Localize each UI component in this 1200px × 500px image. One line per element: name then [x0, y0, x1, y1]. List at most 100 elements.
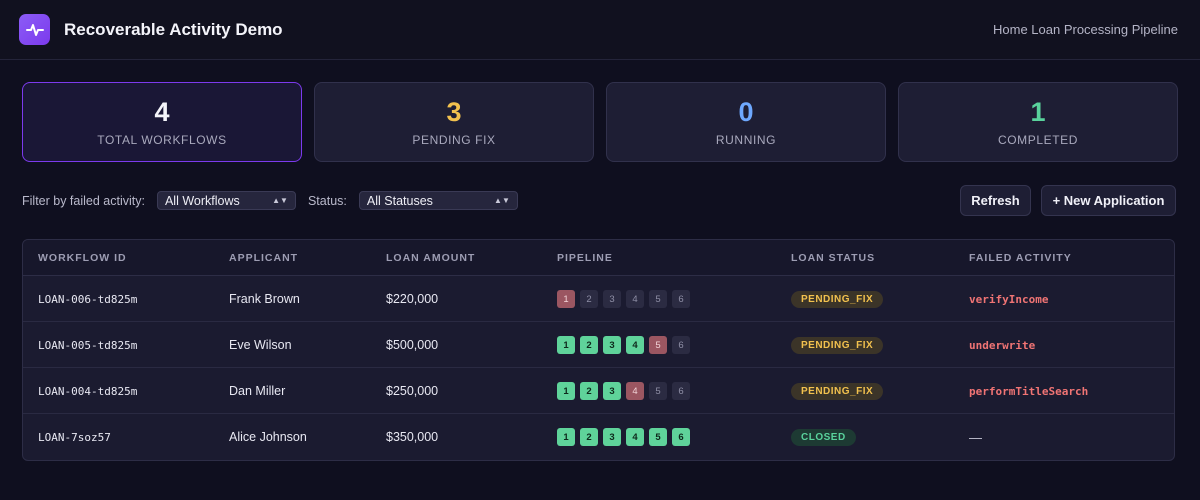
top-bar: Recoverable Activity Demo Home Loan Proc… — [0, 0, 1200, 60]
failed-activity: verifyIncome — [969, 276, 1048, 322]
table-header: WORKFLOW ID APPLICANT LOAN AMOUNT PIPELI… — [23, 240, 1174, 276]
stat-value: 1 — [1030, 97, 1046, 127]
status-badge: PENDING_FIX — [791, 382, 884, 400]
loan-amount: $220,000 — [386, 292, 439, 306]
column-header-loan-amount: LOAN AMOUNT — [386, 252, 476, 264]
pipeline-steps: 123456 — [557, 336, 690, 354]
failed-activity-filter-label: Filter by failed activity: — [22, 193, 145, 208]
status-select-value: All Statuses — [366, 193, 433, 208]
loan-status: PENDING_FIX — [791, 276, 884, 322]
pipeline-step-done: 4 — [626, 428, 644, 446]
stat-card-completed[interactable]: 1 COMPLETED — [898, 82, 1178, 162]
pipeline-step-todo: 6 — [672, 336, 690, 354]
column-header-pipeline: PIPELINE — [557, 252, 613, 264]
stat-label: PENDING FIX — [412, 133, 496, 147]
pipeline: 123456 — [557, 414, 690, 460]
pipeline-step-done: 3 — [603, 428, 621, 446]
workflow-id[interactable]: LOAN-005-td825m — [38, 322, 137, 368]
stat-label: COMPLETED — [997, 133, 1079, 147]
status-select[interactable]: All Statuses ▲▼ — [358, 191, 518, 210]
table-row[interactable]: LOAN-005-td825m Eve Wilson $500,000 1 2 3 4 5 6 P… — [23, 322, 1174, 368]
loan-amount: $500,000 — [386, 338, 439, 352]
pipeline-step-done: 4 — [626, 336, 644, 354]
failed-activity-name: underwrite — [969, 338, 1036, 352]
stat-value: 4 — [154, 97, 170, 127]
applicant-name: Eve Wilson — [229, 338, 292, 352]
stats-row: 4 TOTAL WORKFLOWS 3 PENDING FIX 0 RUNNIN… — [22, 82, 1178, 162]
loan-status: CLOSED — [791, 414, 856, 460]
table-row[interactable]: LOAN-004-td825m Dan Miller $250,000 1 2 3 4 5 6 P… — [23, 368, 1174, 414]
table-row[interactable]: LOAN-006-td825m Frank Brown $220,000 1 2 3 4 5 6… — [23, 276, 1174, 322]
pipeline-step-fail: 5 — [649, 336, 667, 354]
failed-activity: — — [969, 414, 982, 460]
table-row[interactable]: LOAN-7soz57 Alice Johnson $350,000 1 2 3 4 5 6 CL… — [23, 414, 1174, 460]
pipeline-step-done: 1 — [557, 336, 575, 354]
failed-activity: underwrite — [969, 322, 1035, 368]
chevron-updown-icon: ▲▼ — [272, 196, 288, 205]
pipeline-step-done: 5 — [649, 428, 667, 446]
new-application-button[interactable]: + New Application — [1041, 185, 1176, 216]
pipeline: 123456 — [557, 368, 690, 414]
loan-status: PENDING_FIX — [791, 322, 884, 368]
pipeline-step-todo: 6 — [672, 382, 690, 400]
pipeline: 123456 — [557, 276, 690, 322]
failed-activity-name: verifyIncome — [969, 292, 1049, 306]
stat-label: TOTAL WORKFLOWS — [97, 133, 227, 147]
workflow-id[interactable]: LOAN-7soz57 — [38, 414, 111, 460]
applicant-name: Dan Miller — [229, 384, 286, 398]
pipeline-step-done: 1 — [557, 428, 575, 446]
pipeline-steps: 123456 — [557, 382, 690, 400]
workflow-id[interactable]: LOAN-006-td825m — [38, 276, 137, 322]
pipeline-step-todo: 6 — [672, 290, 690, 308]
stat-card-total-workflows[interactable]: 4 TOTAL WORKFLOWS — [22, 82, 302, 162]
pipeline-steps: 123456 — [557, 428, 690, 446]
pipeline-step-done: 6 — [672, 428, 690, 446]
column-header-workflow-id: WORKFLOW ID — [38, 252, 127, 264]
status-badge: PENDING_FIX — [791, 336, 884, 354]
workflow-id[interactable]: LOAN-004-td825m — [38, 368, 137, 414]
pipeline-step-todo: 3 — [603, 290, 621, 308]
status-badge: CLOSED — [791, 428, 856, 446]
pipeline-step-done: 3 — [603, 336, 621, 354]
pipeline-step-fail: 1 — [557, 290, 575, 308]
app-title: Recoverable Activity Demo — [64, 19, 283, 39]
column-header-loan-status: LOAN STATUS — [791, 252, 876, 264]
workflows-table: WORKFLOW ID APPLICANT LOAN AMOUNT PIPELI… — [22, 239, 1175, 461]
stat-card-pending-fix[interactable]: 3 PENDING FIX — [314, 82, 594, 162]
pipeline-step-todo: 4 — [626, 290, 644, 308]
pipeline: 123456 — [557, 322, 690, 368]
table-body: LOAN-006-td825m Frank Brown $220,000 1 2 3 4 5 6… — [23, 276, 1174, 460]
pipeline-steps: 123456 — [557, 290, 690, 308]
failed-activity-name: — — [969, 429, 982, 445]
pipeline-step-done: 2 — [580, 382, 598, 400]
stat-value: 0 — [738, 97, 754, 127]
app-subtitle: Home Loan Processing Pipeline — [993, 22, 1178, 37]
pipeline-step-done: 2 — [580, 336, 598, 354]
loan-status: PENDING_FIX — [791, 368, 884, 414]
failed-activity: performTitleSearch — [969, 368, 1088, 414]
loan-amount: $250,000 — [386, 384, 439, 398]
applicant-name: Alice Johnson — [229, 430, 307, 444]
failed-activity-name: performTitleSearch — [969, 384, 1089, 398]
pipeline-step-done: 2 — [580, 428, 598, 446]
applicant-name: Frank Brown — [229, 292, 300, 306]
stat-card-running[interactable]: 0 RUNNING — [606, 82, 886, 162]
stat-value: 3 — [446, 97, 462, 127]
pipeline-step-done: 1 — [557, 382, 575, 400]
refresh-button[interactable]: Refresh — [960, 185, 1031, 216]
stat-label: RUNNING — [715, 133, 777, 147]
chevron-updown-icon: ▲▼ — [494, 196, 510, 205]
column-header-applicant: APPLICANT — [229, 252, 299, 264]
pipeline-step-todo: 2 — [580, 290, 598, 308]
failed-activity-select[interactable]: All Workflows ▲▼ — [156, 191, 296, 210]
failed-activity-select-value: All Workflows — [164, 193, 240, 208]
filter-bar: Filter by failed activity: All Workflows… — [22, 185, 1176, 216]
pipeline-step-fail: 4 — [626, 382, 644, 400]
status-filter-label: Status: — [307, 193, 347, 208]
activity-pulse-icon — [19, 14, 50, 45]
loan-amount: $350,000 — [386, 430, 439, 444]
pipeline-step-todo: 5 — [649, 290, 667, 308]
pipeline-step-done: 3 — [603, 382, 621, 400]
status-badge: PENDING_FIX — [791, 290, 884, 308]
pipeline-step-todo: 5 — [649, 382, 667, 400]
